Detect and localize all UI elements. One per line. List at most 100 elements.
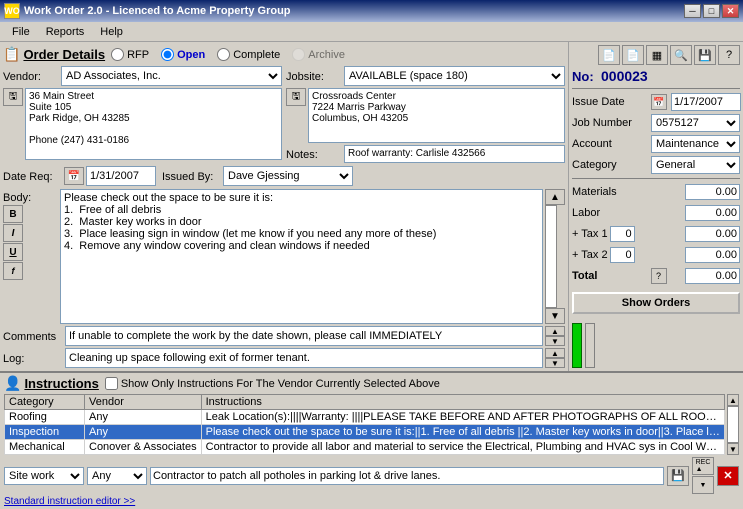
body-scroll-up[interactable]: ▲ xyxy=(545,189,565,205)
rec-down-btn[interactable]: ▼ xyxy=(692,476,714,494)
vendor-select[interactable]: AD Associates, Inc. xyxy=(61,66,282,86)
scroll-up[interactable]: ▲ xyxy=(727,394,739,406)
footer-save-btn[interactable]: 💾 xyxy=(667,466,689,486)
jobsite-select[interactable]: AVAILABLE (space 180) xyxy=(344,66,565,86)
jobsite-address[interactable] xyxy=(308,88,565,143)
date-row: Date Req: 📅 1/31/2007 Issued By: Dave Gj… xyxy=(3,165,565,187)
notes-label: Notes: xyxy=(286,147,341,161)
body-label: Body: xyxy=(3,190,58,204)
comments-input[interactable]: If unable to complete the work by the da… xyxy=(65,326,543,346)
instructions-header: 👤 Instructions Show Only Instructions Fo… xyxy=(4,375,739,392)
body-textarea[interactable] xyxy=(60,189,543,324)
bold-button[interactable]: B xyxy=(3,205,23,223)
tax1-label: + Tax 1 xyxy=(572,228,608,240)
order-icon: 📋 xyxy=(3,46,20,63)
footer-vendor-select[interactable]: Any xyxy=(87,467,147,485)
app-icon: WO xyxy=(4,3,20,19)
materials-input[interactable]: 0.00 xyxy=(685,184,740,200)
instructions-table: Category Vendor Instructions Roofing Any… xyxy=(4,394,725,455)
body-section: Body: B I U f ▲ ▼ xyxy=(3,189,565,324)
table-row[interactable]: Roofing Any Leak Location(s):||||Warrant… xyxy=(5,410,725,425)
radio-archive[interactable]: Archive xyxy=(292,48,345,61)
rec-up-btn[interactable]: REC▲ xyxy=(692,457,714,475)
category-select[interactable]: General xyxy=(651,156,740,174)
materials-row: Materials 0.00 xyxy=(572,183,740,201)
menu-reports[interactable]: Reports xyxy=(38,24,93,40)
show-orders-button[interactable]: Show Orders xyxy=(572,292,740,314)
log-up[interactable]: ▲ xyxy=(545,348,565,358)
scroll-down[interactable]: ▼ xyxy=(727,443,739,455)
grid-button[interactable]: ▦ xyxy=(646,45,668,65)
date-req-input[interactable]: 1/31/2007 xyxy=(86,166,156,186)
status-bar-empty xyxy=(585,323,595,368)
save-button[interactable]: 💾 xyxy=(694,45,716,65)
comments-down[interactable]: ▼ xyxy=(545,336,565,346)
table-row[interactable]: Mechanical Conover & Associates Contract… xyxy=(5,440,725,455)
vendor-label: Vendor: xyxy=(3,69,58,83)
issue-date-picker[interactable]: 📅 xyxy=(651,94,667,110)
tax2-value[interactable]: 0.00 xyxy=(685,247,740,263)
std-editor-link[interactable]: Standard instruction editor >> xyxy=(4,496,739,507)
radio-rfp[interactable]: RFP xyxy=(111,48,149,61)
job-number-select[interactable]: 0575127 xyxy=(651,114,740,132)
notes-field[interactable] xyxy=(344,145,565,163)
footer-instructions-input[interactable]: Contractor to patch all potholes in park… xyxy=(150,467,664,485)
tax1-row: + Tax 1 0 0.00 xyxy=(572,225,740,243)
labor-row: Labor 0.00 xyxy=(572,204,740,222)
issue-date-input[interactable]: 1/17/2007 xyxy=(671,93,741,111)
status-radio-group: RFP Open Complete Archive xyxy=(111,48,345,61)
total-row: Total ? 0.00 xyxy=(572,267,740,285)
total-help-btn[interactable]: ? xyxy=(651,268,667,284)
jobsite-address-btn[interactable]: 🖫 xyxy=(286,88,306,106)
body-scroll-down[interactable]: ▼ xyxy=(545,308,565,324)
tax2-rate[interactable]: 0 xyxy=(610,247,635,263)
log-down[interactable]: ▼ xyxy=(545,358,565,368)
order-details-title: Order Details xyxy=(23,47,105,62)
comments-up[interactable]: ▲ xyxy=(545,326,565,336)
format-button[interactable]: f xyxy=(3,262,23,280)
issued-by-label: Issued By: xyxy=(162,169,217,183)
menu-file[interactable]: File xyxy=(4,24,38,40)
close-button[interactable]: ✕ xyxy=(722,4,739,18)
radio-complete[interactable]: Complete xyxy=(217,48,280,61)
filter-checkbox[interactable] xyxy=(105,377,118,390)
delete-button[interactable]: ✕ xyxy=(717,466,739,486)
italic-button[interactable]: I xyxy=(3,224,23,242)
vendor-address[interactable] xyxy=(25,88,282,160)
row1-vendor: Any xyxy=(85,425,202,440)
menu-help[interactable]: Help xyxy=(92,24,131,40)
log-input[interactable]: Cleaning up space following exit of form… xyxy=(65,348,543,368)
issue-date-row: Issue Date 📅 1/17/2007 xyxy=(572,93,740,111)
labor-input[interactable]: 0.00 xyxy=(685,205,740,221)
table-scrollbar[interactable]: ▲ ▼ xyxy=(727,394,739,455)
row2-vendor: Conover & Associates xyxy=(85,440,202,455)
underline-button[interactable]: U xyxy=(3,243,23,261)
account-label: Account xyxy=(572,138,647,150)
new-doc-button[interactable]: 📄 xyxy=(598,45,620,65)
comments-row: Comments If unable to complete the work … xyxy=(3,326,565,346)
body-toolbar: Body: B I U f xyxy=(3,189,58,324)
account-select[interactable]: Maintenance xyxy=(651,135,740,153)
right-toolbar: 📄 📄 ▦ 🔍 💾 ? xyxy=(572,45,740,65)
row0-instructions: Leak Location(s):||||Warranty: ||||PLEAS… xyxy=(201,410,724,425)
issued-by-select[interactable]: Dave Gjessing xyxy=(223,166,353,186)
minimize-button[interactable]: ─ xyxy=(684,4,701,18)
filter-checkbox-label: Show Only Instructions For The Vendor Cu… xyxy=(121,378,440,390)
vendor-address-btn[interactable]: 🖫 xyxy=(3,88,23,106)
maximize-button[interactable]: □ xyxy=(703,4,720,18)
date-picker-btn[interactable]: 📅 xyxy=(64,167,84,185)
title-bar-text: Work Order 2.0 - Licenced to Acme Proper… xyxy=(24,5,291,17)
copy-doc-button[interactable]: 📄 xyxy=(622,45,644,65)
table-row[interactable]: Inspection Any Please check out the spac… xyxy=(5,425,725,440)
radio-open[interactable]: Open xyxy=(161,48,205,61)
order-header: 📋 Order Details RFP Open Complete Archiv… xyxy=(3,45,565,64)
tax1-value[interactable]: 0.00 xyxy=(685,226,740,242)
search-button[interactable]: 🔍 xyxy=(670,45,692,65)
footer-category-select[interactable]: Site work xyxy=(4,467,84,485)
help-button[interactable]: ? xyxy=(718,45,740,65)
tax1-rate[interactable]: 0 xyxy=(610,226,635,242)
filter-checkbox-row[interactable]: Show Only Instructions For The Vendor Cu… xyxy=(105,377,440,390)
total-value[interactable]: 0.00 xyxy=(685,268,740,284)
log-label: Log: xyxy=(3,351,63,365)
row2-instructions: Contractor to provide all labor and mate… xyxy=(201,440,724,455)
